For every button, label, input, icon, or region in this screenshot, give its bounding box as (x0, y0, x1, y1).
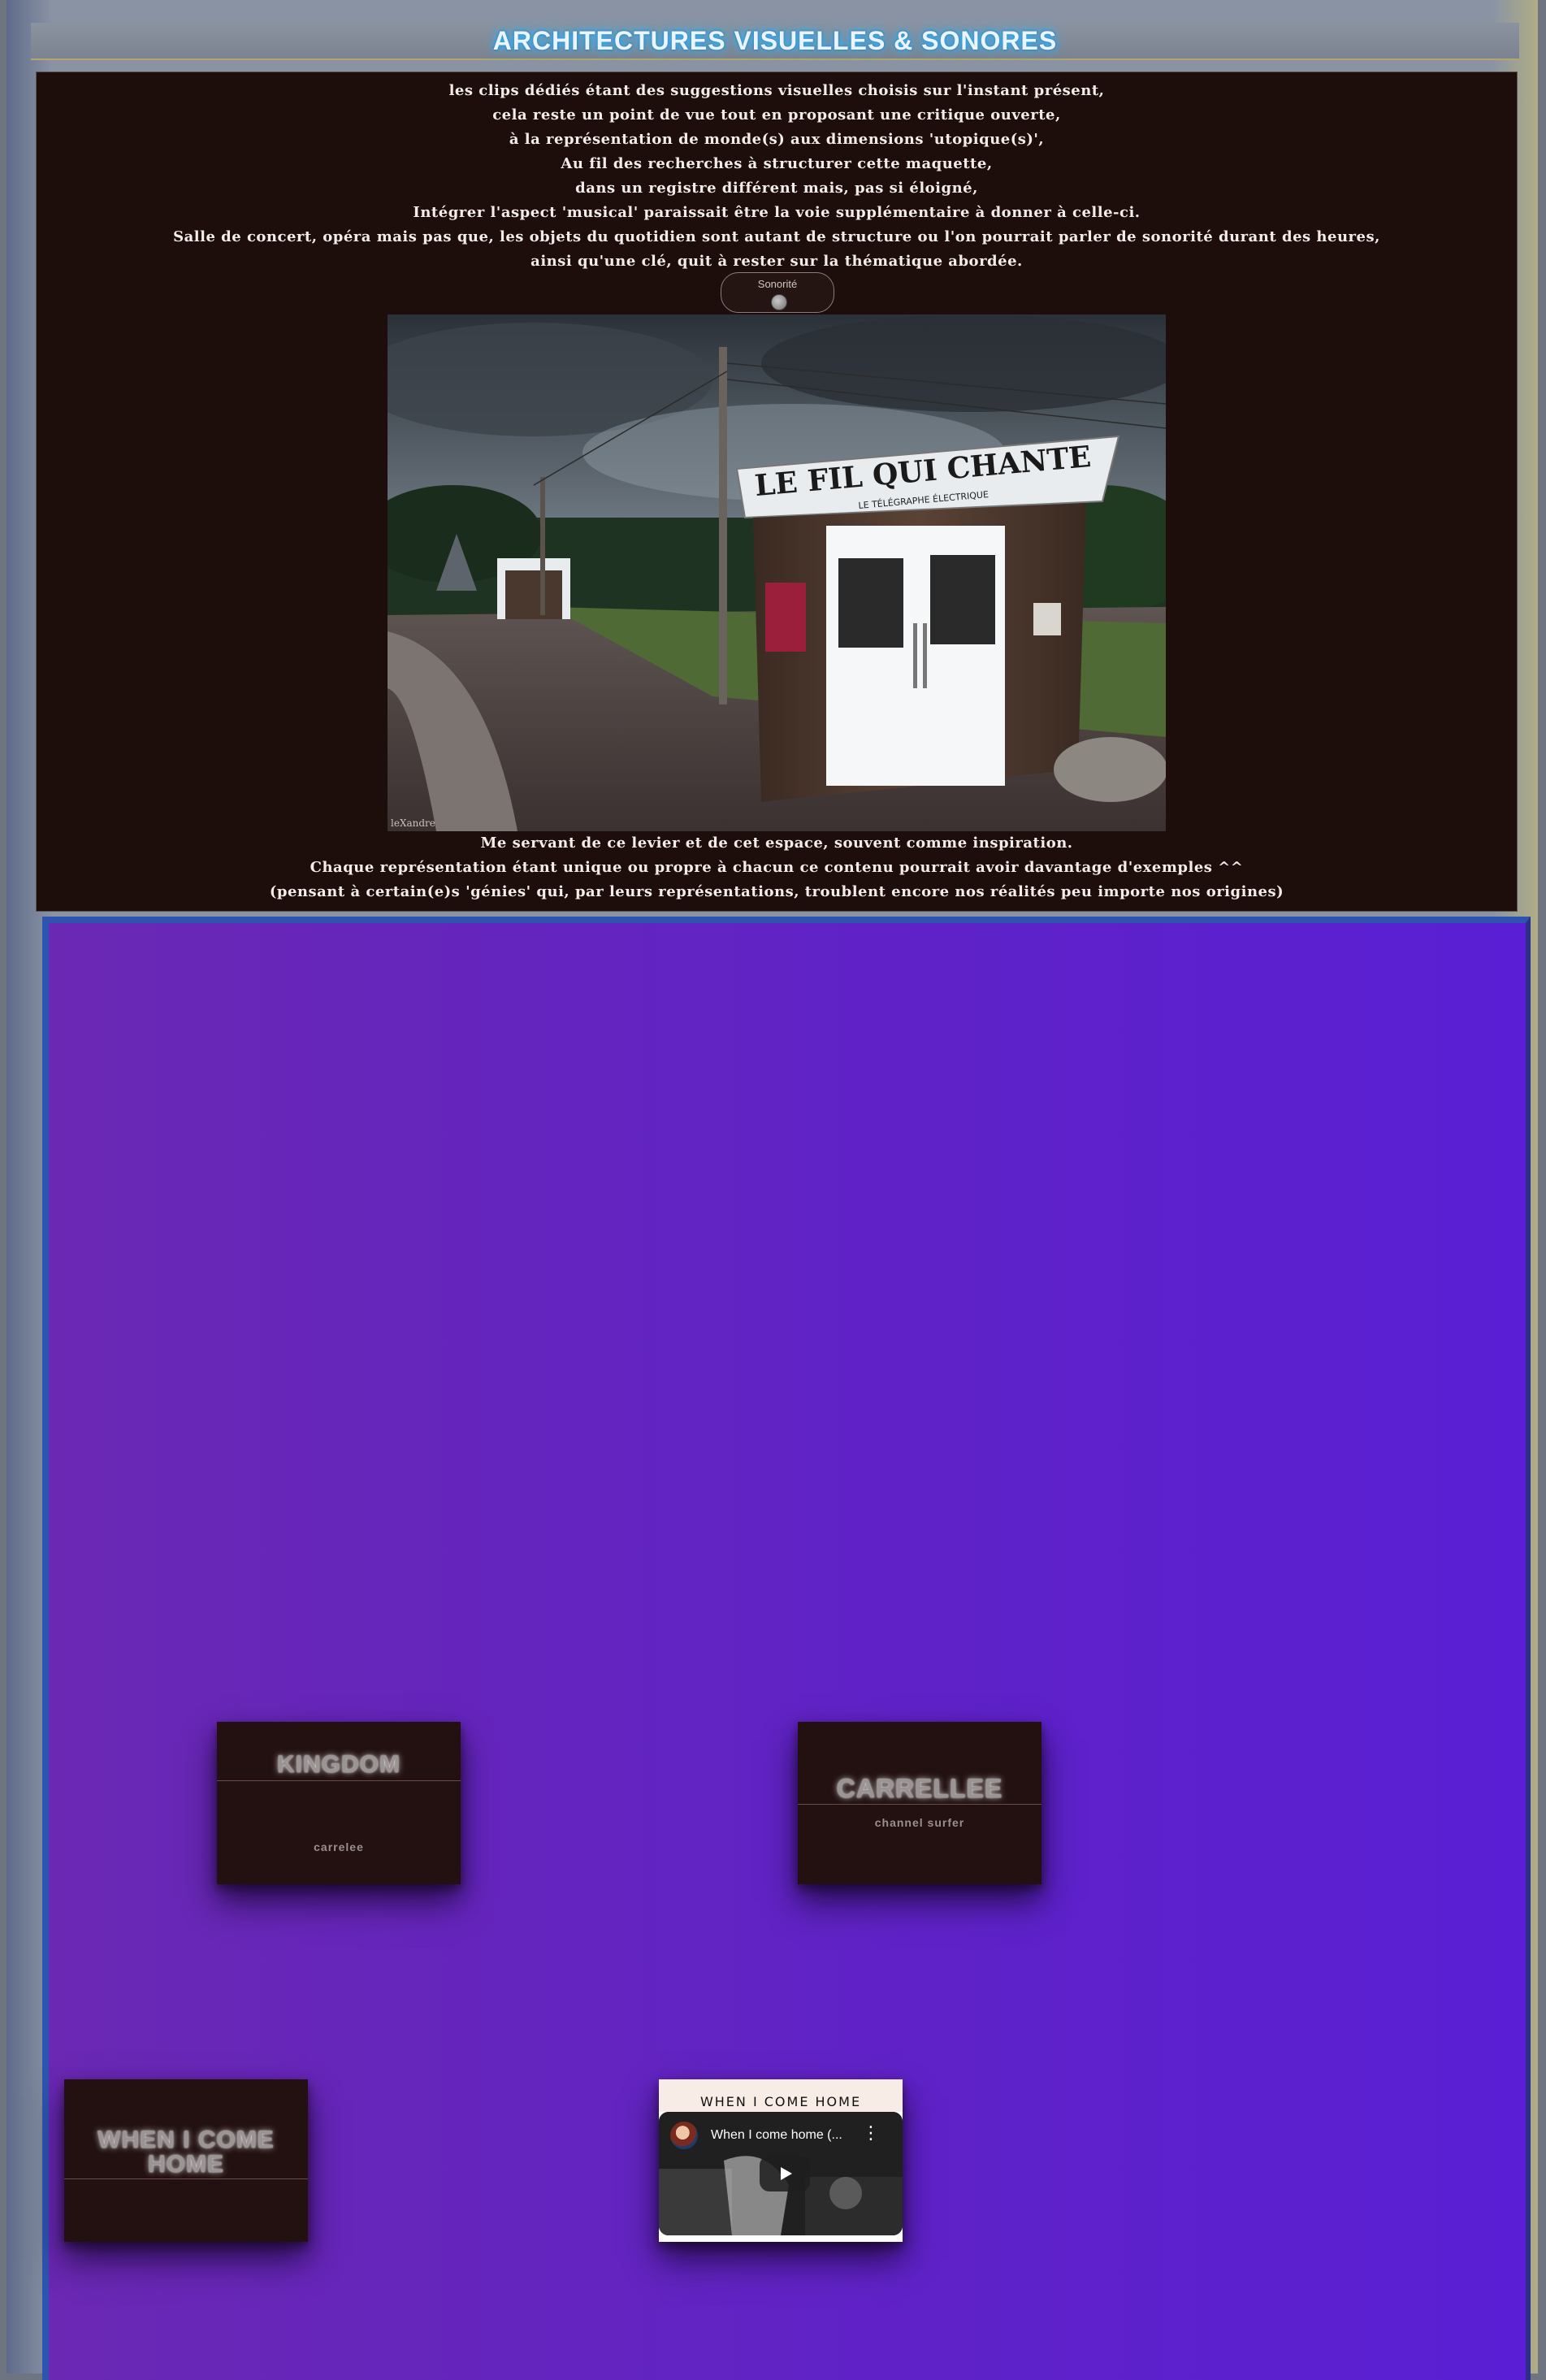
hero-photo: LE FIL QUI CHANTE LE TÉLÉGRAPHE ÉLECTRIQ… (388, 314, 1166, 831)
card-divider (64, 2178, 308, 2179)
youtube-frame[interactable]: When I come home (... ⋮ (659, 2112, 903, 2235)
intro-line: les clips dédiés étant des suggestions v… (448, 82, 1105, 99)
player-title[interactable]: When I come home (... (711, 2128, 842, 2143)
video-panel: KINGDOM carrelee CARRELLEE channel surfe… (42, 917, 1531, 2380)
video-card-kingdom[interactable]: KINGDOM carrelee (217, 1722, 461, 1884)
video-title: CARRELLEE (836, 1774, 1003, 1803)
intro-panel: les clips dédiés étant des suggestions v… (36, 72, 1518, 912)
video-card-carrellee[interactable]: CARRELLEE channel surfer (798, 1722, 1041, 1884)
video-title-line: WHEN I COME (97, 2126, 275, 2153)
channel-avatar[interactable] (670, 2122, 698, 2149)
card-divider (217, 1780, 461, 1781)
outro-text: Me servant de ce levier et de cet espace… (37, 831, 1517, 904)
video-card-when-i-come-home[interactable]: WHEN I COME HOME (64, 2079, 308, 2242)
intro-line: cela reste un point de vue tout en propo… (492, 106, 1061, 124)
intro-text: les clips dédiés étant des suggestions v… (37, 79, 1517, 274)
intro-line: Au fil des recherches à structurer cette… (561, 155, 993, 172)
intro-line: dans un registre différent mais, pas si … (575, 180, 978, 197)
outro-line: (pensant à certain(e)s 'génies' qui, par… (269, 883, 1284, 900)
intro-line: Intégrer l'aspect 'musical' paraissait ê… (413, 204, 1141, 221)
video-subtitle: channel surfer (874, 1816, 965, 1829)
more-options-icon[interactable]: ⋮ (862, 2123, 880, 2144)
toggle-knob-icon[interactable] (771, 294, 787, 310)
video-title-line: HOME (148, 2151, 224, 2178)
outro-line: Chaque représentation étant unique ou pr… (310, 859, 1244, 876)
video-title: WHEN I COME HOME (64, 2128, 308, 2177)
play-icon[interactable] (760, 2156, 810, 2191)
intro-line: ainsi qu'une clé, quit à rester sur la t… (530, 253, 1023, 270)
video-embed-player[interactable]: WHEN I COME HOME When I come home (... ⋮ (659, 2079, 903, 2242)
photo-watermark: leXandre (391, 817, 435, 829)
embed-header: WHEN I COME HOME (659, 2079, 903, 2112)
outro-line: Me servant de ce levier et de cet espace… (480, 835, 1073, 852)
video-subtitle: carrelee (314, 1840, 364, 1853)
header-bar: ARCHITECTURES VISUELLES & SONORES (31, 23, 1519, 60)
intro-line: à la représentation de monde(s) aux dime… (509, 131, 1045, 148)
sound-toggle[interactable]: Sonorité (721, 272, 834, 313)
page-title: ARCHITECTURES VISUELLES & SONORES (492, 25, 1058, 55)
video-title: KINGDOM (277, 1751, 401, 1778)
card-divider (798, 1804, 1041, 1805)
sound-toggle-label: Sonorité (757, 278, 798, 290)
intro-line: Salle de concert, opéra mais pas que, le… (173, 228, 1380, 245)
